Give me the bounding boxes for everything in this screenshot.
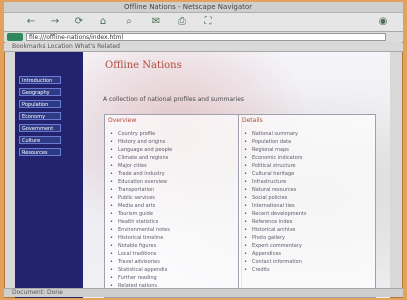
window-title: Offline Nations - Netscape Navigator [124,3,253,11]
list-item[interactable]: International ties [244,202,370,210]
links-bar-text[interactable]: Bookmarks Location What's Related [12,43,120,50]
overview-list: Country profile History and origins Lang… [110,130,236,290]
overview-column: Overview Country profile History and ori… [104,114,242,298]
details-column: Details National summary Population data… [238,114,376,298]
sidebar-item-population[interactable]: Population [19,100,61,108]
list-item[interactable]: Economic indicators [244,154,370,162]
sidebar-item-resources[interactable]: Resources [19,148,61,156]
list-item[interactable]: Travel advisories [110,258,236,266]
address-row: file:///offline-nations/index.html [4,32,403,42]
details-heading: Details [242,117,263,124]
list-item[interactable]: Cultural heritage [244,170,370,178]
list-item[interactable]: Photo gallery [244,234,370,242]
list-item[interactable]: Notable figures [110,242,236,250]
status-text: Document: Done [12,289,63,296]
list-item[interactable]: Credits [244,266,370,274]
security-button[interactable]: ⛶ [201,16,215,28]
reload-button[interactable]: ⟳ [72,16,86,28]
list-item[interactable]: Recent developments [244,210,370,218]
sidebar-item-government[interactable]: Government [19,124,61,132]
web-page: Introduction Geography Population Econom… [15,52,390,298]
navigation-toolbar: ← → ⟳ ⌂ ⌕ ✉ ⎙ ⛶ ◉ [4,13,403,32]
list-item[interactable]: Regional maps [244,146,370,154]
forward-button[interactable]: → [48,16,62,28]
list-item[interactable]: Reference index [244,218,370,226]
list-item[interactable]: Transportation [110,186,236,194]
list-item[interactable]: History and origins [110,138,236,146]
list-item[interactable]: Historical timeline [110,234,236,242]
sidebar: Introduction Geography Population Econom… [15,52,83,298]
main-content: Offline Nations A collection of national… [83,52,390,298]
search-button[interactable]: ⌕ [122,16,136,28]
mail-button[interactable]: ✉ [149,16,163,28]
list-item[interactable]: Natural resources [244,186,370,194]
list-item[interactable]: Population data [244,138,370,146]
list-item[interactable]: Health statistics [110,218,236,226]
sidebar-item-geography[interactable]: Geography [19,88,61,96]
list-item[interactable]: Infrastructure [244,178,370,186]
details-list: National summary Population data Regiona… [244,130,370,274]
home-button[interactable]: ⌂ [96,16,110,28]
list-item[interactable]: Historical archive [244,226,370,234]
list-item[interactable]: Statistical appendix [110,266,236,274]
list-item[interactable]: Appendices [244,250,370,258]
list-item[interactable]: Contact information [244,258,370,266]
list-item[interactable]: Major cities [110,162,236,170]
list-item[interactable]: Further reading [110,274,236,282]
status-bar: Document: Done [4,288,403,297]
list-item[interactable]: Social policies [244,194,370,202]
list-item[interactable]: Environmental notes [110,226,236,234]
sidebar-item-introduction[interactable]: Introduction [19,76,61,84]
list-item[interactable]: National summary [244,130,370,138]
list-item[interactable]: Education overview [110,178,236,186]
list-item[interactable]: Political structure [244,162,370,170]
page-note: A collection of national profiles and su… [103,96,245,103]
stop-button[interactable]: ◉ [376,16,390,28]
back-button[interactable]: ← [24,16,38,28]
list-item[interactable]: Trade and industry [110,170,236,178]
list-item[interactable]: Media and arts [110,202,236,210]
page-title: Offline Nations [105,60,182,71]
list-item[interactable]: Expert commentary [244,242,370,250]
browser-window: Offline Nations - Netscape Navigator ← →… [4,2,403,298]
overview-heading: Overview [108,117,137,124]
list-item[interactable]: Public services [110,194,236,202]
list-item[interactable]: Language and people [110,146,236,154]
title-bar: Offline Nations - Netscape Navigator [4,2,403,13]
links-toolbar: Bookmarks Location What's Related [4,43,403,52]
sidebar-item-economy[interactable]: Economy [19,112,61,120]
list-item[interactable]: Tourism guide [110,210,236,218]
sidebar-item-culture[interactable]: Culture [19,136,61,144]
list-item[interactable]: Local traditions [110,250,236,258]
list-item[interactable]: Climate and regions [110,154,236,162]
site-icon [7,33,23,41]
list-item[interactable]: Country profile [110,130,236,138]
address-input[interactable]: file:///offline-nations/index.html [26,33,386,41]
print-button[interactable]: ⎙ [175,16,189,28]
